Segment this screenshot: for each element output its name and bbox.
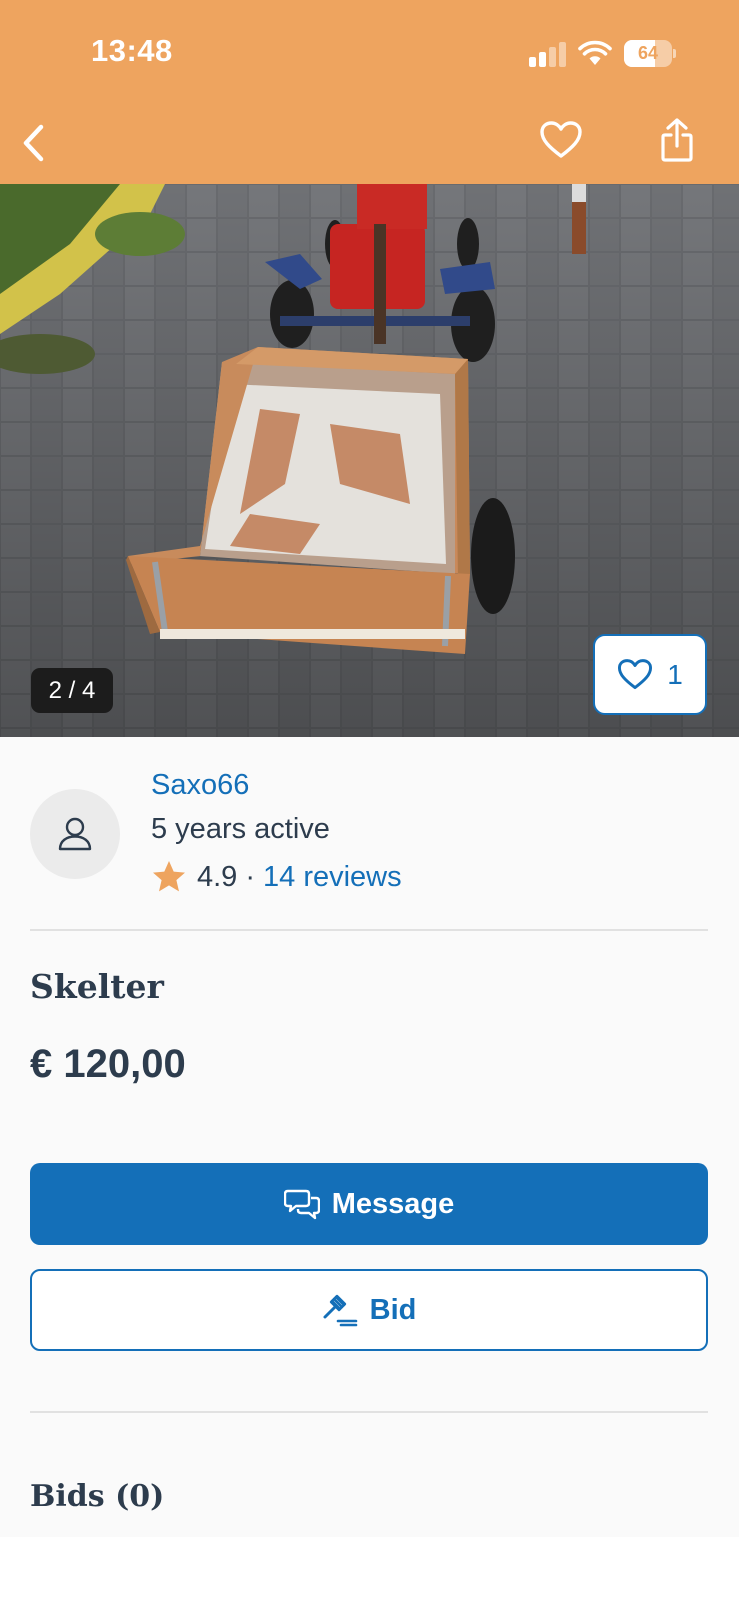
favorites-count: 1 — [667, 658, 683, 690]
listing-price: € 120,00 — [30, 1042, 186, 1086]
status-time: 13:48 — [91, 33, 173, 68]
wifi-icon — [578, 40, 612, 65]
heart-icon — [540, 121, 582, 158]
gavel-icon — [323, 1294, 357, 1327]
favorites-count-button[interactable]: 1 — [593, 634, 707, 715]
message-button-label: Message — [331, 1187, 455, 1220]
star-icon — [153, 861, 185, 892]
user-icon — [58, 817, 92, 851]
back-button[interactable] — [8, 118, 58, 168]
avatar[interactable] — [30, 789, 120, 879]
seller-rating: 4.9 · 14 reviews — [151, 857, 402, 897]
listing-details: Saxo66 5 years active 4.9 · 14 reviews S… — [0, 737, 739, 1537]
rating-separator: · — [245, 860, 255, 893]
share-button[interactable] — [651, 112, 703, 168]
image-counter: 2 / 4 — [31, 668, 113, 713]
rating-score: 4.9 — [197, 860, 238, 893]
listing-title: Skelter — [30, 967, 164, 1006]
share-icon — [661, 118, 693, 162]
bid-button[interactable]: Bid — [30, 1269, 708, 1351]
battery-percentage: 64 — [637, 43, 659, 63]
favorite-button[interactable] — [535, 114, 587, 166]
divider — [30, 929, 708, 931]
message-button[interactable]: Message — [30, 1163, 708, 1245]
seller-name-link[interactable]: Saxo66 — [151, 769, 249, 802]
seller-active-years: 5 years active — [151, 813, 330, 845]
heart-icon — [618, 659, 653, 690]
battery-icon: 64 — [624, 40, 676, 67]
chat-bubbles-icon — [283, 1189, 320, 1220]
reviews-link[interactable]: 14 reviews — [263, 861, 402, 894]
top-bar: 13:48 64 — [0, 0, 739, 184]
back-chevron-icon — [23, 124, 44, 162]
signal-icon — [529, 41, 567, 67]
bid-button-label: Bid — [369, 1293, 417, 1326]
bids-section-title: Bids (0) — [30, 1479, 165, 1514]
divider — [30, 1411, 708, 1413]
